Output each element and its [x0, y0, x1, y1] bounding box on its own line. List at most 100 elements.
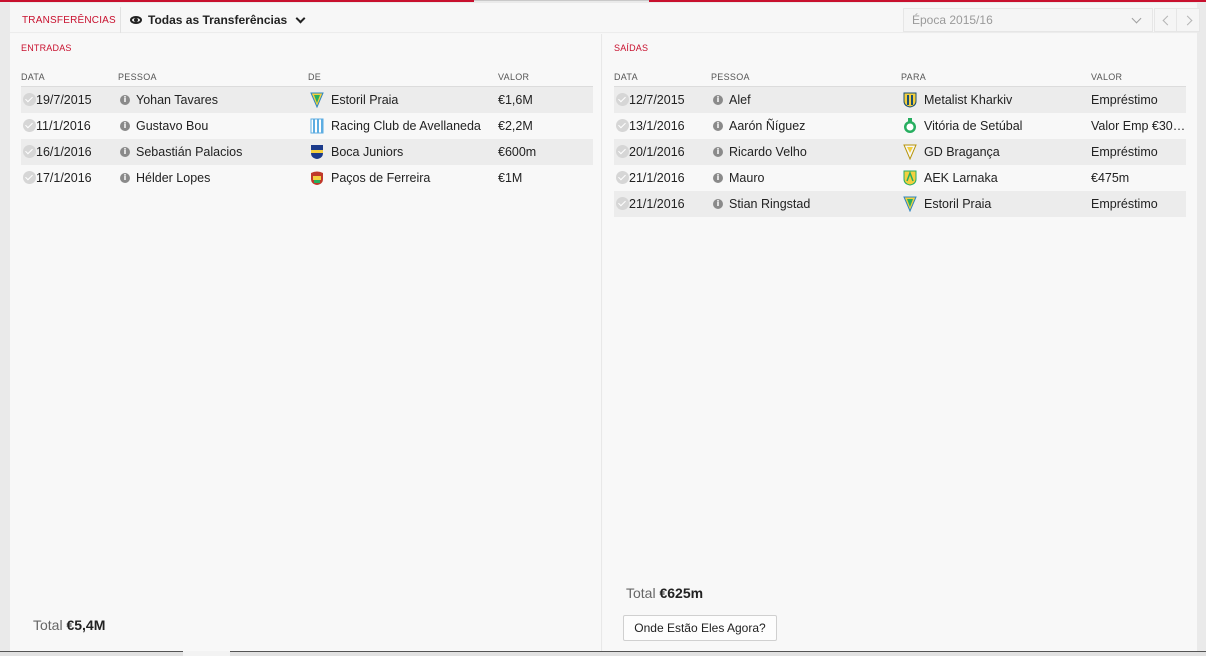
player-name[interactable]: Stian Ringstad — [729, 197, 810, 211]
table-row[interactable]: 19/7/2015 i Yohan Tavares Estoril Praia … — [21, 87, 593, 113]
incoming-total: Total €5,4M — [33, 617, 105, 633]
racing-crest-icon — [310, 118, 324, 134]
view-filter-dropdown[interactable]: Todas as Transferências — [130, 11, 306, 29]
col-value[interactable]: VALOR — [1091, 72, 1122, 82]
outgoing-panel: SAÍDAS DATA PESSOA PARA VALOR 12/7/2015 … — [603, 34, 1197, 651]
club-name[interactable]: Estoril Praia — [924, 197, 991, 211]
transfer-date: 20/1/2016 — [629, 145, 685, 159]
check-icon — [616, 197, 629, 210]
transfer-date: 21/1/2016 — [629, 171, 685, 185]
player-name[interactable]: Sebastián Palacios — [136, 145, 242, 159]
season-select[interactable]: Época 2015/16 — [903, 8, 1153, 32]
transfer-value: €475m — [1091, 171, 1130, 185]
info-icon[interactable]: i — [120, 121, 130, 131]
player-name[interactable]: Mauro — [729, 171, 764, 185]
club-name[interactable]: Vitória de Setúbal — [924, 119, 1022, 133]
info-icon[interactable]: i — [120, 147, 130, 157]
estoril-crest-icon — [310, 92, 324, 108]
outgoing-table-header: DATA PESSOA PARA VALOR — [614, 70, 1186, 87]
table-row[interactable]: 16/1/2016 i Sebastián Palacios Boca Juni… — [21, 139, 593, 165]
bottom-tab[interactable] — [183, 651, 230, 656]
table-row[interactable]: 12/7/2015 i Alef Metalist Kharkiv Emprés… — [614, 87, 1186, 113]
check-icon — [616, 119, 629, 132]
top-accent-left — [0, 0, 474, 2]
info-icon[interactable]: i — [713, 95, 723, 105]
metalist-crest-icon — [903, 92, 917, 108]
info-icon[interactable]: i — [120, 95, 130, 105]
table-row[interactable]: 21/1/2016 i Mauro AEK Larnaka €475m — [614, 165, 1186, 191]
transfers-frame: TRANSFERÊNCIAS Todas as Transferências É… — [10, 3, 1200, 651]
check-icon — [23, 145, 36, 158]
info-icon[interactable]: i — [713, 147, 723, 157]
previous-season-button[interactable] — [1154, 8, 1178, 32]
club-name[interactable]: Racing Club de Avellaneda — [331, 119, 481, 133]
player-name[interactable]: Yohan Tavares — [136, 93, 218, 107]
outgoing-total: Total €625m — [626, 585, 703, 601]
transfer-value: €600m — [498, 145, 537, 159]
incoming-rows: 19/7/2015 i Yohan Tavares Estoril Praia … — [21, 87, 593, 191]
season-select-label: Época 2015/16 — [912, 13, 993, 27]
where-are-they-now-button[interactable]: Onde Estão Eles Agora? — [623, 615, 777, 641]
chevron-down-icon — [1131, 13, 1142, 24]
club-name[interactable]: Paços de Ferreira — [331, 171, 430, 185]
col-club[interactable]: DE — [308, 72, 321, 82]
outgoing-total-label: Total — [626, 585, 656, 601]
header-bar: TRANSFERÊNCIAS Todas as Transferências É… — [10, 3, 1200, 33]
transfer-value: Valor Emp €30… — [1091, 119, 1186, 133]
table-row[interactable]: 13/1/2016 i Aarón Ñíguez Vitória de Setú… — [614, 113, 1186, 139]
info-icon[interactable]: i — [713, 173, 723, 183]
aek-crest-icon — [903, 170, 917, 186]
player-name[interactable]: Aarón Ñíguez — [729, 119, 805, 133]
check-icon — [23, 93, 36, 106]
top-border — [0, 0, 1206, 2]
club-name[interactable]: GD Bragança — [924, 145, 1000, 159]
outgoing-title: SAÍDAS — [614, 43, 649, 53]
transfer-value: €1,6M — [498, 93, 533, 107]
boca-crest-icon — [311, 145, 323, 159]
player-name[interactable]: Ricardo Velho — [729, 145, 807, 159]
club-name[interactable]: Boca Juniors — [331, 145, 403, 159]
incoming-total-label: Total — [33, 617, 63, 633]
club-name[interactable]: AEK Larnaka — [924, 171, 998, 185]
info-icon[interactable]: i — [120, 173, 130, 183]
player-name[interactable]: Alef — [729, 93, 751, 107]
chevron-down-icon — [295, 13, 306, 23]
col-date[interactable]: DATA — [21, 72, 45, 82]
transfer-value: Empréstimo — [1091, 197, 1158, 211]
setubal-crest-icon — [904, 118, 916, 133]
club-name[interactable]: Estoril Praia — [331, 93, 398, 107]
player-name[interactable]: Gustavo Bou — [136, 119, 208, 133]
bottom-bar — [0, 651, 1206, 656]
info-icon[interactable]: i — [713, 121, 723, 131]
transfer-value: Empréstimo — [1091, 93, 1158, 107]
transfer-value: €2,2M — [498, 119, 533, 133]
next-season-button[interactable] — [1176, 8, 1200, 32]
pacos-crest-icon — [311, 171, 323, 185]
bottom-divider — [0, 651, 1206, 652]
incoming-total-value: €5,4M — [66, 617, 106, 633]
check-icon — [23, 119, 36, 132]
estoril-crest-icon — [903, 196, 917, 212]
table-row[interactable]: 11/1/2016 i Gustavo Bou Racing Club de A… — [21, 113, 593, 139]
table-row[interactable]: 21/1/2016 i Stian Ringstad Estoril Praia… — [614, 191, 1186, 217]
check-icon — [616, 93, 629, 106]
transfer-date: 13/1/2016 — [629, 119, 685, 133]
table-row[interactable]: 20/1/2016 i Ricardo Velho GD Bragança Em… — [614, 139, 1186, 165]
check-icon — [616, 171, 629, 184]
col-value[interactable]: VALOR — [498, 72, 529, 82]
top-accent-right — [649, 0, 1206, 2]
player-name[interactable]: Hélder Lopes — [136, 171, 210, 185]
transfer-date: 11/1/2016 — [36, 119, 91, 133]
transfer-value: €1M — [498, 171, 523, 185]
col-person[interactable]: PESSOA — [711, 72, 750, 82]
info-icon[interactable]: i — [713, 199, 723, 209]
header-divider — [120, 7, 121, 33]
incoming-panel: ENTRADAS DATA PESSOA DE VALOR 19/7/2015 … — [10, 34, 602, 651]
col-date[interactable]: DATA — [614, 72, 638, 82]
col-club[interactable]: PARA — [901, 72, 926, 82]
table-row[interactable]: 17/1/2016 i Hélder Lopes Paços de Ferrei… — [21, 165, 593, 191]
club-name[interactable]: Metalist Kharkiv — [924, 93, 1012, 107]
incoming-table-header: DATA PESSOA DE VALOR — [21, 70, 593, 87]
col-person[interactable]: PESSOA — [118, 72, 157, 82]
braganca-crest-icon — [903, 144, 917, 160]
